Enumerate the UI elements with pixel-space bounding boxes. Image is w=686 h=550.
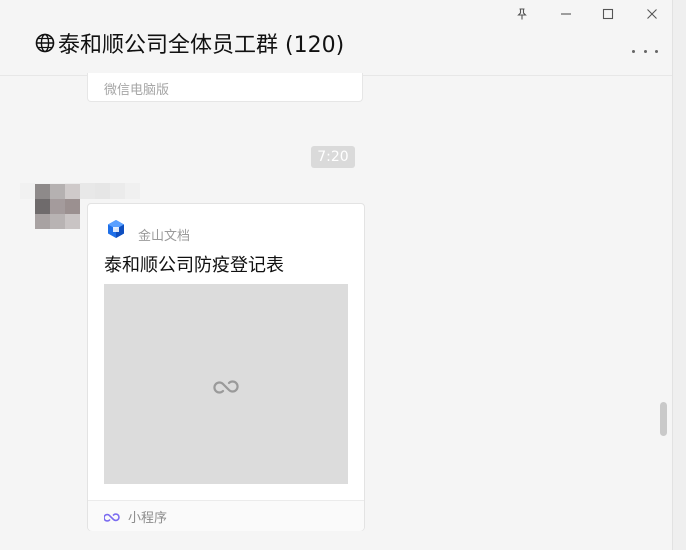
mini-program-card[interactable]: 金山文档 泰和顺公司防疫登记表 小程序 <box>87 203 365 531</box>
scrollbar-track[interactable] <box>672 0 686 550</box>
mini-program-footer-label: 小程序 <box>128 511 168 526</box>
link-icon <box>213 380 239 394</box>
mini-program-title: 泰和顺公司防疫登记表 <box>104 255 284 276</box>
more-button[interactable] <box>632 44 658 58</box>
avatar[interactable] <box>35 184 80 229</box>
mini-program-icon <box>104 513 120 522</box>
close-icon <box>647 9 657 19</box>
mini-program-thumbnail[interactable] <box>104 284 348 484</box>
globe-icon <box>35 33 55 53</box>
pin-icon <box>517 8 527 20</box>
more-dots-icon <box>632 49 635 53</box>
minimize-button[interactable] <box>555 4 577 24</box>
close-button[interactable] <box>641 4 663 24</box>
chat-window: 泰和顺公司全体员工群 (120) 微信电脑版 7:20 金山文档 泰和顺公司防疫… <box>0 0 686 550</box>
more-dot <box>643 49 647 53</box>
maximize-icon <box>602 8 614 20</box>
kingsoft-docs-logo-icon <box>104 215 128 243</box>
scrollbar-thumb[interactable] <box>660 402 667 436</box>
mini-program-brand: 金山文档 <box>138 229 191 244</box>
minimize-icon <box>561 13 571 15</box>
previous-message-card[interactable]: 微信电脑版 <box>87 73 363 102</box>
mini-program-footer: 小程序 <box>88 500 364 531</box>
pin-button[interactable] <box>511 4 533 24</box>
previous-message-source: 微信电脑版 <box>104 83 170 98</box>
message-timestamp: 7:20 <box>311 146 355 168</box>
maximize-button[interactable] <box>597 4 619 24</box>
more-dot <box>655 49 658 53</box>
chat-title-text: 泰和顺公司全体员工群 (120) <box>58 33 345 58</box>
chat-title[interactable]: 泰和顺公司全体员工群 (120) <box>35 27 344 59</box>
